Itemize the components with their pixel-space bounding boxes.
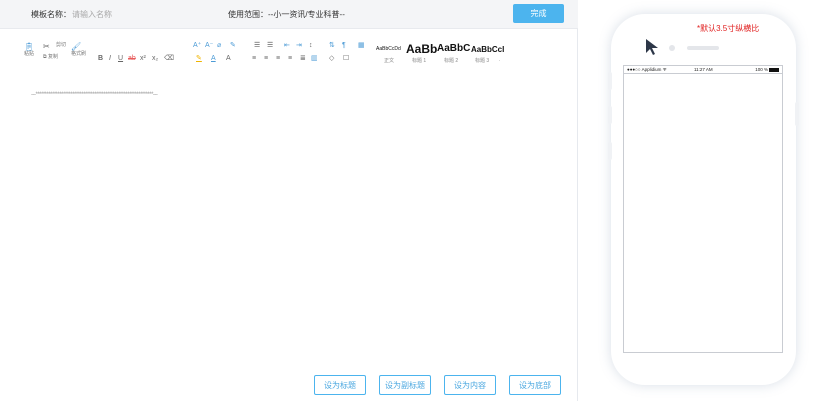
format-painter-icon: 🖌︎ <box>71 42 82 51</box>
line-spacing-icon[interactable]: ↕ <box>309 42 313 50</box>
editor-panel: 模板名称： 使用范围： --小一资讯/专业科普-- 完成 📋︎ 粘贴 ✂ ⧉ 复… <box>0 0 578 401</box>
indent-decrease-icon[interactable]: ⇤ <box>284 42 290 50</box>
status-carrier: ●●●○○ Applidium ᯤ <box>627 67 667 72</box>
font-size-down-icon[interactable]: A⁻ <box>205 42 213 50</box>
phone-speaker <box>687 46 719 50</box>
status-battery-text: 100 % <box>755 67 768 72</box>
clear-format-icon[interactable]: ⌫ <box>164 55 174 63</box>
template-name-label: 模板名称： <box>31 10 71 19</box>
bold-icon[interactable]: B <box>98 55 103 63</box>
phone-side-button <box>608 72 612 90</box>
align-left-icon[interactable]: ≡ <box>252 55 256 63</box>
font-effects-icon[interactable]: A <box>226 55 231 63</box>
format-painter-button[interactable]: 🖌︎ 格式刷 <box>71 42 86 58</box>
battery-icon <box>769 67 779 72</box>
italic-icon[interactable]: I <box>109 55 111 63</box>
content-placeholder-line[interactable]: ---*************************************… <box>31 92 158 98</box>
phone-screen: ●●●○○ Applidium ᯤ 11:27 AM 100 % <box>623 65 783 353</box>
cursor-icon <box>646 39 658 55</box>
align-right-icon[interactable]: ≡ <box>276 55 280 63</box>
style-h3-caption: 标题 3 <box>475 58 490 64</box>
aspect-ratio-note: *默认3.5寸纵横比 <box>697 24 760 33</box>
set-footer-button[interactable]: 设为底部 <box>509 375 561 395</box>
border-icon[interactable]: ☐ <box>343 55 349 63</box>
paste-button[interactable]: 📋︎ 粘贴 <box>24 42 34 58</box>
subscript-icon[interactable]: x₂ <box>152 55 158 63</box>
status-time: 11:27 AM <box>694 67 713 72</box>
copy-icon: ⧉ <box>43 54 47 60</box>
style-h2-sample[interactable]: AaBbC <box>437 43 470 54</box>
style-normal-caption: 正文 <box>384 58 395 64</box>
paste-icon: 📋︎ <box>24 42 35 51</box>
underline-icon[interactable]: U <box>118 55 123 63</box>
copy-label: 复制 <box>47 54 58 60</box>
align-center-icon[interactable]: ≡ <box>264 55 268 63</box>
indent-increase-icon[interactable]: ⇥ <box>296 42 302 50</box>
phone-side-button <box>608 142 612 160</box>
numbered-list-icon[interactable]: ☰ <box>267 42 273 50</box>
eraser-icon[interactable]: ⌀ <box>217 42 221 50</box>
font-color-icon[interactable]: A <box>211 55 216 63</box>
table-icon[interactable]: ▦ <box>358 42 365 50</box>
set-content-button[interactable]: 设为内容 <box>444 375 496 395</box>
phone-preview: ●●●○○ Applidium ᯤ 11:27 AM 100 % <box>608 14 799 385</box>
template-name-input[interactable] <box>72 5 192 23</box>
phone-side-button <box>608 106 612 124</box>
phone-side-button <box>795 102 799 126</box>
cut-button[interactable]: ✂ <box>43 42 50 51</box>
style-h2-caption: 标题 2 <box>444 58 459 64</box>
template-header: 模板名称： 使用范围： --小一资讯/专业科普-- 完成 <box>0 0 578 29</box>
show-marks-icon[interactable]: ¶ <box>342 42 346 50</box>
rich-text-toolbar: 📋︎ 粘贴 ✂ ⧉ 复制 剪切 🖌︎ 格式刷 B I U ab x² x₂ ⌫ … <box>18 40 558 70</box>
phone-camera <box>669 45 675 51</box>
strikethrough-icon[interactable]: ab <box>128 55 136 63</box>
scope-value[interactable]: --小一资讯/专业科普-- <box>268 9 345 20</box>
cut-label-wrap: 剪切 <box>56 42 66 49</box>
style-h3-sample[interactable]: AaBbCcI <box>471 45 504 54</box>
set-subtitle-button[interactable]: 设为副标题 <box>379 375 431 395</box>
style-h1-sample[interactable]: AaBb <box>406 42 437 56</box>
scope-label: 使用范围： <box>228 10 268 19</box>
set-title-button[interactable]: 设为标题 <box>314 375 366 395</box>
align-justify-icon[interactable]: ≡ <box>288 55 292 63</box>
highlight-icon[interactable]: ✎ <box>230 42 236 50</box>
shading-icon[interactable]: ◇ <box>329 55 334 63</box>
font-size-up-icon[interactable]: A⁺ <box>193 42 201 50</box>
sort-icon[interactable]: ⇅ <box>329 42 335 50</box>
cut-icon: ✂ <box>43 42 50 51</box>
phone-status-bar: ●●●○○ Applidium ᯤ 11:27 AM 100 % <box>624 66 782 74</box>
paste-label: 粘贴 <box>24 51 35 57</box>
highlight-color-icon[interactable]: ✎ <box>196 55 202 63</box>
superscript-icon[interactable]: x² <box>140 55 146 63</box>
styles-more[interactable]: . <box>499 57 500 63</box>
cut-label: 剪切 <box>56 42 67 48</box>
format-painter-label: 格式刷 <box>71 51 87 57</box>
distributed-icon[interactable]: ≣ <box>300 55 306 63</box>
style-h1-caption: 标题 1 <box>412 58 427 64</box>
status-battery: 100 % <box>755 67 779 72</box>
bullet-list-icon[interactable]: ☰ <box>254 42 260 50</box>
done-button[interactable]: 完成 <box>513 4 564 23</box>
style-normal-sample[interactable]: AaBbCcDd <box>376 46 401 52</box>
copy-button[interactable]: ⧉ 复制 <box>43 54 58 61</box>
columns-icon[interactable]: ▥ <box>311 55 318 63</box>
